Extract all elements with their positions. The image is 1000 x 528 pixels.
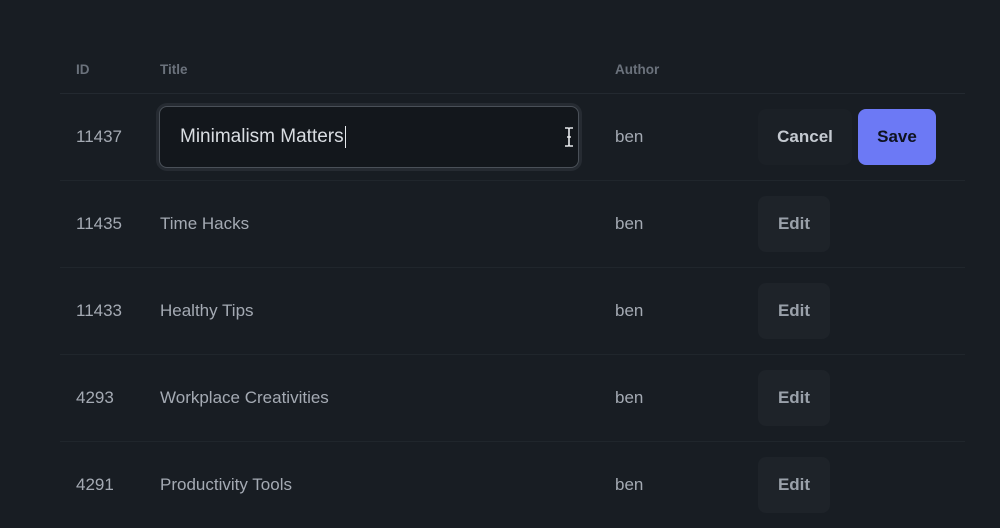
header-title: Title [160,62,188,77]
table-row-editing: 11437 Minimalism Matters ben Cancel Save [60,94,965,181]
row-author: ben [615,475,644,494]
row-title: Healthy Tips [160,301,254,320]
row-title: Workplace Creativities [160,388,329,407]
row-id: 11437 [76,127,123,146]
row-author: ben [615,127,644,146]
table-row: 11435 Time Hacks ben Edit [60,181,965,268]
edit-button[interactable]: Edit [758,196,830,252]
row-author: ben [615,301,644,320]
save-button[interactable]: Save [858,109,936,165]
edit-button[interactable]: Edit [758,370,830,426]
table-row: 4293 Workplace Creativities ben Edit [60,355,965,442]
row-id: 4293 [76,388,114,407]
row-id: 11435 [76,214,123,233]
edit-button[interactable]: Edit [758,457,830,513]
row-id: 11433 [76,301,123,320]
header-id: ID [76,62,90,77]
table-row: 11433 Healthy Tips ben Edit [60,268,965,355]
text-caret [344,126,346,148]
row-id: 4291 [76,475,114,494]
edit-button[interactable]: Edit [758,283,830,339]
posts-table: ID Title Author 11437 Minimalism Matters… [60,50,965,528]
text-cursor-icon [565,127,573,147]
table-row: 4291 Productivity Tools ben Edit [60,442,965,528]
table-header: ID Title Author [60,50,965,94]
row-author: ben [615,214,644,233]
row-title: Productivity Tools [160,475,292,494]
cancel-button[interactable]: Cancel [758,109,852,165]
row-author: ben [615,388,644,407]
header-author: Author [615,62,660,77]
title-input-value: Minimalism Matters [180,126,344,147]
title-input[interactable]: Minimalism Matters [159,106,579,168]
row-title: Time Hacks [160,214,250,233]
